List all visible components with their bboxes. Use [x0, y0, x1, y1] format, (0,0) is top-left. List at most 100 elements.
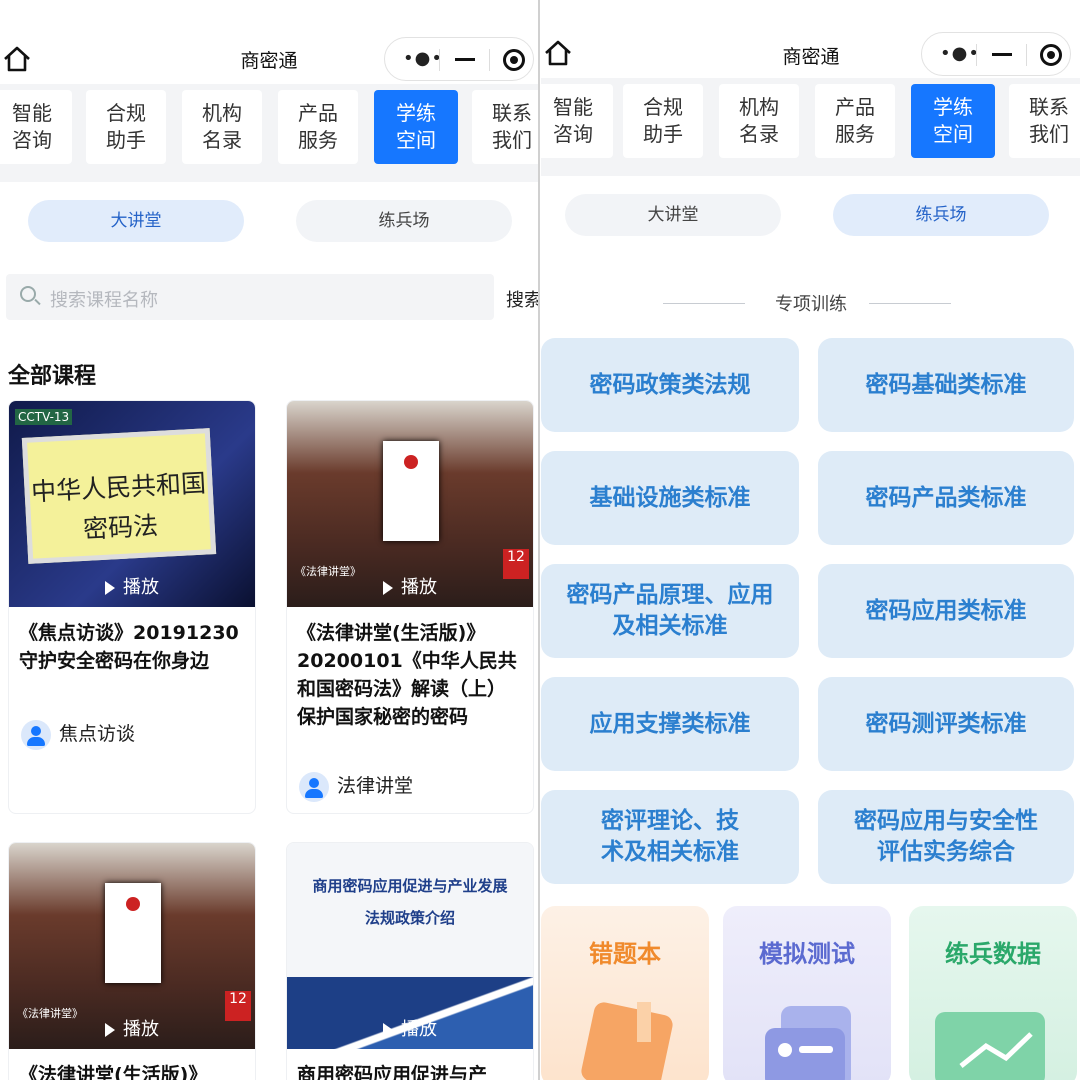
play-label: 播放	[401, 1019, 437, 1040]
tab-directory[interactable]: 机构 名录	[182, 90, 262, 164]
tab-label: 智能	[553, 95, 593, 119]
course-title: 《法律讲堂(生活版)》20200101《中华人民共和国密码法》解读（上）保护国家…	[297, 622, 517, 728]
search-icon	[20, 286, 36, 302]
tab-learning[interactable]: 学练 空间	[374, 90, 458, 164]
author-name: 法律讲堂	[337, 775, 414, 797]
tab-products[interactable]: 产品 服务	[815, 84, 895, 158]
course-author: 焦点访谈	[21, 719, 135, 750]
tab-products[interactable]: 产品 服务	[278, 90, 358, 164]
book-cover	[383, 441, 439, 541]
more-icon[interactable]: •●•	[940, 45, 980, 63]
tab-label: 助手	[106, 128, 146, 152]
tab-smart-consult[interactable]: 智能 咨询	[0, 90, 72, 164]
poster-text: 密码法	[82, 511, 159, 544]
minimize-icon[interactable]	[992, 53, 1012, 56]
tab-contact[interactable]: 联系 我们	[472, 90, 538, 164]
tab-label: 空间	[933, 122, 973, 146]
right-screen: 商密通 •●• 智能咨询 合规 助手 机构 名录 产品服务 学练空间 联系 我们 大讲…	[541, 0, 1080, 1080]
poster-text: 商用密码应用促进与产业发展	[312, 877, 508, 895]
close-target-icon[interactable]	[1040, 44, 1062, 66]
subtab-training-ground[interactable]: 练兵场	[833, 194, 1049, 236]
title-bar: 商密通 •●•	[541, 0, 1080, 84]
tab-label: 名录	[202, 128, 242, 152]
channel-logo: CCTV-13	[15, 409, 73, 425]
subtab-lecture-hall[interactable]: 大讲堂	[28, 200, 244, 242]
tab-label: 助手	[643, 122, 683, 146]
chart-icon	[935, 1012, 1045, 1080]
sub-tabs: 大讲堂 练兵场	[0, 200, 538, 244]
course-title: 商用密码应用促进与产	[297, 1064, 488, 1080]
training-item[interactable]: 密码应用类标准	[818, 564, 1074, 658]
tab-label: 服务	[835, 122, 875, 146]
play-button[interactable]: 播放	[9, 573, 255, 599]
training-item[interactable]: 密码测评类标准	[818, 677, 1074, 771]
tab-label: 产品	[835, 95, 875, 119]
avatar-icon	[299, 771, 329, 802]
play-icon	[383, 581, 393, 595]
play-button[interactable]: 播放	[9, 1015, 255, 1041]
poster-text: 法规政策介绍	[364, 909, 455, 927]
tab-label: 智能	[12, 101, 52, 125]
title-bar: 商密通 •●•	[0, 0, 538, 84]
mini-program-capsule: •●•	[921, 32, 1071, 76]
tab-contact[interactable]: 联系 我们	[1009, 84, 1080, 158]
training-data-tile[interactable]: 练兵数据	[909, 906, 1077, 1080]
training-item[interactable]: 密码应用与安全性评估实务综合	[818, 790, 1074, 884]
mock-test-tile[interactable]: 模拟测试	[723, 906, 891, 1080]
course-card[interactable]: 商用密码应用促进与产业发展 法规政策介绍 播放 商用密码应用促进与产	[286, 842, 534, 1080]
capsule-divider	[489, 49, 490, 71]
course-thumbnail: 《法律讲堂》 12 播放	[9, 843, 255, 1049]
tab-smart-consult[interactable]: 智能 咨询	[541, 84, 613, 158]
tab-compliance[interactable]: 合规 助手	[86, 90, 166, 164]
section-title: 专项训练	[775, 294, 847, 315]
play-icon	[105, 1023, 115, 1037]
course-thumbnail: CCTV-13 中华人民共和国 密码法 播放	[9, 401, 255, 607]
search-box[interactable]: 搜索课程名称	[6, 274, 494, 320]
training-item[interactable]: 密码产品原理、应用及相关标准	[541, 564, 799, 658]
play-icon	[105, 581, 115, 595]
test-paper-icon	[765, 1006, 851, 1080]
training-item[interactable]: 应用支撑类标准	[541, 677, 799, 771]
more-icon[interactable]: •●•	[403, 50, 443, 68]
play-label: 播放	[123, 577, 159, 598]
mini-program-capsule: •●•	[384, 37, 534, 81]
tab-label: 联系	[492, 101, 532, 125]
capsule-divider	[976, 44, 977, 66]
divider-line	[869, 303, 951, 304]
tile-label: 模拟测试	[759, 940, 855, 968]
training-item[interactable]: 密码政策类法规	[541, 338, 799, 432]
subtab-lecture-hall[interactable]: 大讲堂	[565, 194, 781, 236]
training-item[interactable]: 密评理论、技术及相关标准	[541, 790, 799, 884]
close-target-icon[interactable]	[503, 49, 525, 71]
minimize-icon[interactable]	[455, 58, 475, 61]
play-button[interactable]: 播放	[287, 573, 533, 599]
left-screen: 商密通 •●• 智能咨询 合规 助手 机构名录 产品 服务 学练 空间 联系 我们 大讲…	[0, 0, 540, 1080]
subtab-training-ground[interactable]: 练兵场	[296, 200, 512, 242]
tab-directory[interactable]: 机构 名录	[719, 84, 799, 158]
tab-label: 机构	[202, 101, 242, 125]
training-item[interactable]: 密码产品类标准	[818, 451, 1074, 545]
tab-learning[interactable]: 学练 空间	[911, 84, 995, 158]
training-item[interactable]: 基础设施类标准	[541, 451, 799, 545]
wrong-questions-tile[interactable]: 错题本	[541, 906, 709, 1080]
tab-label: 咨询	[12, 128, 52, 152]
tile-label: 错题本	[589, 940, 661, 968]
tab-compliance[interactable]: 合规 助手	[623, 84, 703, 158]
training-item[interactable]: 密码基础类标准	[818, 338, 1074, 432]
tile-label: 练兵数据	[945, 940, 1041, 968]
notebook-icon	[581, 1002, 673, 1080]
tab-label: 空间	[396, 128, 436, 152]
tab-label: 服务	[298, 128, 338, 152]
book-cover	[105, 883, 161, 983]
course-card[interactable]: 《法律讲堂》 12 播放 《法律讲堂(生活版)》20200101《中华人民共和国…	[286, 400, 534, 814]
search-button[interactable]: 搜索	[506, 286, 538, 312]
course-thumbnail: 《法律讲堂》 12 播放	[287, 401, 533, 607]
course-card[interactable]: 《法律讲堂》 12 播放 《法律讲堂(生活版)》	[8, 842, 256, 1080]
tab-label: 咨询	[553, 122, 593, 146]
tab-label: 学练	[933, 95, 973, 119]
sub-tabs: 大讲堂 练兵场	[541, 194, 1080, 238]
search-input[interactable]: 搜索课程名称	[50, 286, 158, 312]
play-button[interactable]: 播放	[287, 1015, 533, 1041]
course-card[interactable]: CCTV-13 中华人民共和国 密码法 播放 《焦点访谈》20191230守护安…	[8, 400, 256, 814]
course-thumbnail: 商用密码应用促进与产业发展 法规政策介绍 播放	[287, 843, 533, 1049]
